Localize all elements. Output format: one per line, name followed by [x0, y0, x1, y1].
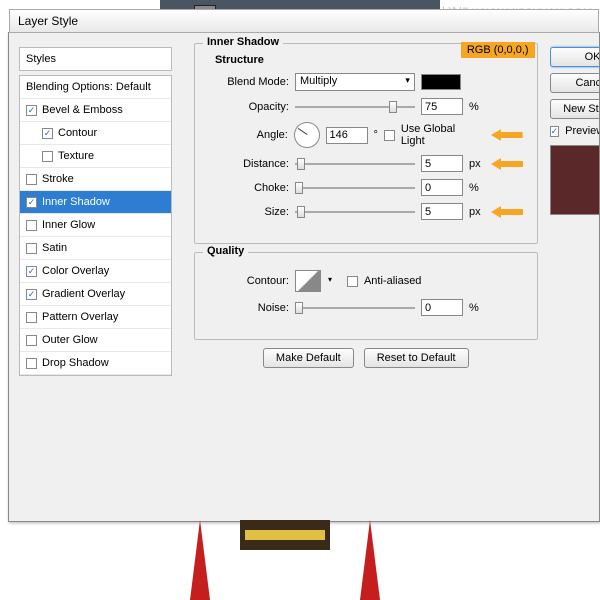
style-row-color-overlay[interactable]: ✓ Color Overlay	[20, 260, 171, 283]
style-row-pattern-overlay[interactable]: Pattern Overlay	[20, 306, 171, 329]
distance-input[interactable]	[421, 155, 463, 172]
style-checkbox[interactable]	[26, 174, 37, 185]
style-checkbox[interactable]: ✓	[26, 197, 37, 208]
size-unit: px	[469, 206, 481, 218]
style-row-inner-shadow[interactable]: ✓ Inner Shadow	[20, 191, 171, 214]
right-buttons-panel: OK Cancel New Style... ✓ Preview	[550, 33, 599, 521]
quality-label: Quality	[203, 245, 248, 257]
style-row-inner-glow[interactable]: Inner Glow	[20, 214, 171, 237]
style-checkbox[interactable]	[26, 220, 37, 231]
angle-unit: °	[374, 129, 378, 141]
dialog-title: Layer Style	[9, 9, 599, 33]
style-label: Color Overlay	[42, 265, 109, 277]
style-row-gradient-overlay[interactable]: ✓ Gradient Overlay	[20, 283, 171, 306]
angle-dial[interactable]	[294, 122, 320, 148]
arrow-icon	[491, 206, 523, 218]
style-label: Inner Shadow	[42, 196, 110, 208]
styles-panel: Styles Blending Options: Default ✓ Bevel …	[9, 33, 182, 521]
style-checkbox[interactable]	[26, 243, 37, 254]
style-checkbox[interactable]: ✓	[42, 128, 53, 139]
settings-panel: Inner Shadow RGB (0,0,0,) Structure Blen…	[182, 33, 550, 521]
blending-options-row[interactable]: Blending Options: Default	[20, 76, 171, 99]
style-checkbox[interactable]	[26, 358, 37, 369]
distance-label: Distance:	[209, 158, 289, 170]
use-global-light-label: Use Global Light	[401, 123, 481, 147]
noise-slider[interactable]	[295, 300, 415, 316]
anti-aliased-checkbox[interactable]	[347, 276, 358, 287]
blend-mode-dropdown[interactable]: Multiply	[295, 73, 415, 91]
style-label: Stroke	[42, 173, 74, 185]
style-row-contour[interactable]: ✓ Contour	[20, 122, 171, 145]
shadow-color-swatch[interactable]	[421, 74, 461, 90]
inner-shadow-title: Inner Shadow	[203, 36, 283, 48]
style-checkbox[interactable]	[26, 312, 37, 323]
style-row-stroke[interactable]: Stroke	[20, 168, 171, 191]
angle-input[interactable]	[326, 127, 368, 144]
inner-shadow-fieldset: Inner Shadow RGB (0,0,0,) Structure Blen…	[194, 43, 538, 244]
style-checkbox[interactable]	[26, 335, 37, 346]
distance-slider[interactable]	[295, 156, 415, 172]
distance-unit: px	[469, 158, 481, 170]
arrow-icon	[491, 129, 523, 141]
style-row-drop-shadow[interactable]: Drop Shadow	[20, 352, 171, 375]
size-slider[interactable]	[295, 204, 415, 220]
styles-header[interactable]: Styles	[19, 47, 172, 71]
style-checkbox[interactable]: ✓	[26, 105, 37, 116]
background-artwork	[160, 520, 410, 600]
style-label: Gradient Overlay	[42, 288, 125, 300]
reset-default-button[interactable]: Reset to Default	[364, 348, 469, 368]
choke-slider[interactable]	[295, 180, 415, 196]
noise-input[interactable]	[421, 299, 463, 316]
style-label: Outer Glow	[42, 334, 98, 346]
style-label: Contour	[58, 127, 97, 139]
noise-label: Noise:	[209, 302, 289, 314]
style-label: Bevel & Emboss	[42, 104, 123, 116]
choke-input[interactable]	[421, 179, 463, 196]
opacity-slider[interactable]	[295, 99, 415, 115]
rgb-annotation: RGB (0,0,0,)	[461, 42, 535, 58]
contour-label: Contour:	[209, 275, 289, 287]
preview-checkbox[interactable]: ✓	[550, 126, 560, 137]
opacity-unit: %	[469, 101, 479, 113]
style-label: Satin	[42, 242, 67, 254]
contour-picker[interactable]	[295, 270, 321, 292]
use-global-light-checkbox[interactable]	[384, 130, 395, 141]
size-input[interactable]	[421, 203, 463, 220]
noise-unit: %	[469, 302, 479, 314]
style-label: Drop Shadow	[42, 357, 109, 369]
style-label: Texture	[58, 150, 94, 162]
ok-button[interactable]: OK	[550, 47, 599, 67]
style-row-outer-glow[interactable]: Outer Glow	[20, 329, 171, 352]
new-style-button[interactable]: New Style...	[550, 99, 599, 119]
cancel-button[interactable]: Cancel	[550, 73, 599, 93]
blend-mode-label: Blend Mode:	[209, 76, 289, 88]
style-row-satin[interactable]: Satin	[20, 237, 171, 260]
make-default-button[interactable]: Make Default	[263, 348, 354, 368]
preview-label: Preview	[565, 125, 599, 137]
styles-list: Blending Options: Default ✓ Bevel & Embos…	[19, 75, 172, 376]
style-label: Pattern Overlay	[42, 311, 118, 323]
style-checkbox[interactable]	[42, 151, 53, 162]
style-row-bevel-emboss[interactable]: ✓ Bevel & Emboss	[20, 99, 171, 122]
choke-label: Choke:	[209, 182, 289, 194]
choke-unit: %	[469, 182, 479, 194]
style-row-texture[interactable]: Texture	[20, 145, 171, 168]
quality-fieldset: Quality Contour: Anti-aliased Noise: %	[194, 252, 538, 340]
arrow-icon	[491, 158, 523, 170]
size-label: Size:	[209, 206, 289, 218]
opacity-input[interactable]	[421, 98, 463, 115]
opacity-label: Opacity:	[209, 101, 289, 113]
anti-aliased-label: Anti-aliased	[364, 275, 421, 287]
style-label: Inner Glow	[42, 219, 95, 231]
layer-style-dialog: Layer Style Styles Blending Options: Def…	[8, 32, 600, 522]
style-checkbox[interactable]: ✓	[26, 289, 37, 300]
style-checkbox[interactable]: ✓	[26, 266, 37, 277]
angle-label: Angle:	[209, 129, 288, 141]
preview-swatch	[550, 145, 599, 215]
